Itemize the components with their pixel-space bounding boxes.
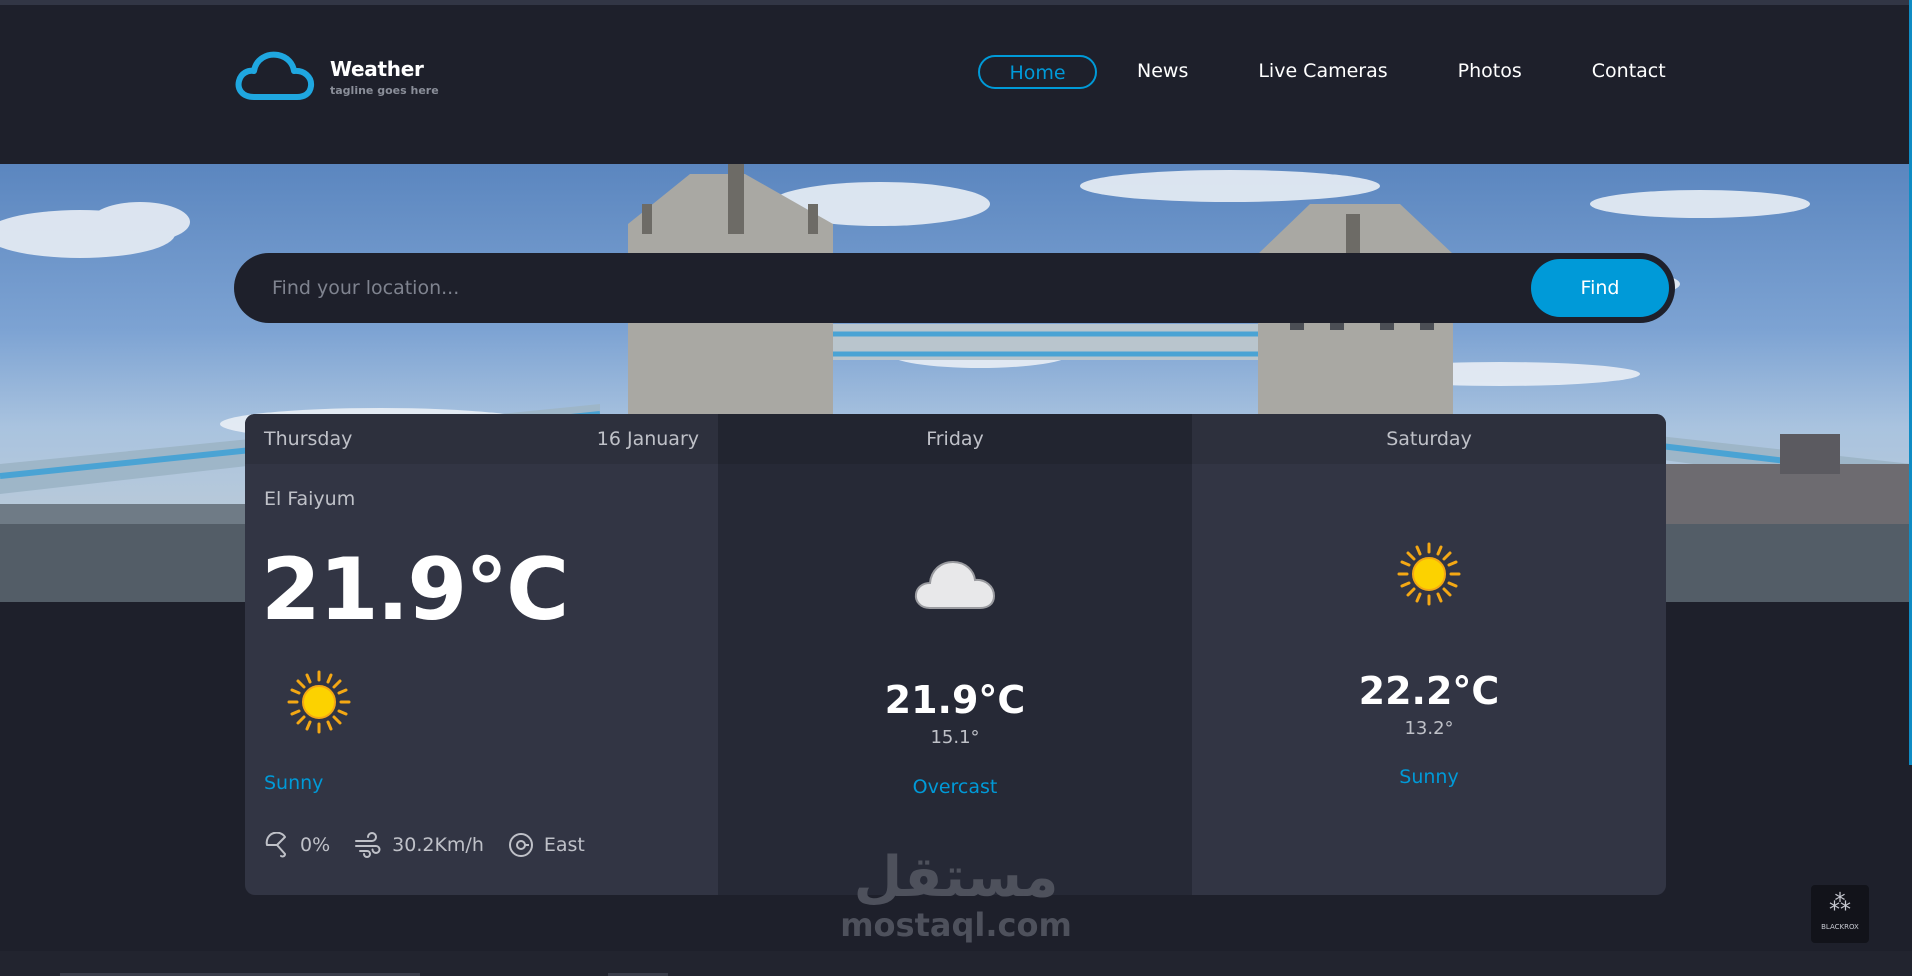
cloud-logo-icon: [235, 51, 315, 100]
wind-value: 30.2Km/h: [392, 834, 484, 856]
direction-stat: East: [508, 832, 585, 858]
nav-contact[interactable]: Contact: [1592, 55, 1666, 89]
forecast-condition: Overcast: [912, 776, 998, 798]
site-header: Weather tagline goes here Home News Live…: [0, 5, 1912, 164]
watermark-logo: مستقل: [853, 845, 1059, 910]
compass-icon: [508, 833, 533, 857]
forecast-card-saturday: Saturday 22.2°C 13.2° Sunny: [1192, 414, 1666, 895]
forecast-day-name: Saturday: [1386, 428, 1472, 450]
find-button[interactable]: Find: [1531, 259, 1669, 317]
forecast-condition: Sunny: [1399, 766, 1459, 788]
today-card: Thursday 16 January El Faiyum 21.9°C Sun…: [245, 414, 718, 895]
wind-icon: [355, 832, 381, 858]
main-nav: Home News Live Cameras Photos Contact: [978, 55, 1666, 89]
mostaql-watermark: مستقل mostaql.com: [836, 845, 1076, 944]
location-name: El Faiyum: [264, 488, 356, 510]
blackrox-badge[interactable]: ⁂ BLACKROX: [1811, 885, 1869, 943]
rain-stat: 0%: [264, 832, 330, 858]
umbrella-icon: [265, 832, 287, 858]
today-stats: 0% 30.2Km/h East: [264, 832, 609, 858]
today-date: 16 January: [596, 428, 699, 450]
nav-home[interactable]: Home: [978, 55, 1097, 89]
nav-news[interactable]: News: [1137, 55, 1188, 89]
rain-value: 0%: [300, 834, 331, 856]
brand-logo[interactable]: Weather tagline goes here: [234, 49, 439, 104]
forecast-low: 15.1°: [930, 727, 980, 748]
brand-title: Weather: [330, 56, 424, 81]
today-temperature: 21.9°C: [261, 540, 569, 640]
forecast-low: 13.2°: [1404, 718, 1454, 739]
forecast-day-header: Saturday: [1192, 414, 1666, 464]
nav-photos[interactable]: Photos: [1458, 55, 1522, 89]
badge-label: BLACKROX: [1821, 923, 1859, 931]
watermark-url: mostaql.com: [840, 906, 1072, 944]
forecast-temperature: 22.2°C: [1358, 669, 1500, 713]
cloud-icon: [914, 560, 996, 609]
direction-value: East: [543, 834, 585, 856]
forecast-card-friday: Friday 21.9°C 15.1° Overcast: [718, 414, 1192, 895]
brand-tagline: tagline goes here: [330, 83, 439, 97]
forecast-temperature: 21.9°C: [884, 678, 1026, 722]
forecast-day-header: Friday: [718, 414, 1192, 464]
today-condition: Sunny: [264, 772, 324, 794]
location-search-input[interactable]: [234, 253, 1531, 323]
badge-logo-icon: ⁂: [1829, 891, 1851, 916]
footer-bar: [0, 951, 1912, 976]
nav-live-cameras[interactable]: Live Cameras: [1258, 55, 1387, 89]
today-header: Thursday 16 January: [245, 414, 718, 464]
wind-stat: 30.2Km/h: [354, 832, 484, 858]
today-day: Thursday: [264, 428, 353, 450]
sun-icon: [1397, 542, 1461, 606]
forecast-panel: Thursday 16 January El Faiyum 21.9°C Sun…: [245, 414, 1666, 895]
sun-icon: [287, 670, 351, 734]
forecast-day-name: Friday: [926, 428, 984, 450]
location-search-bar: Find: [234, 253, 1675, 323]
